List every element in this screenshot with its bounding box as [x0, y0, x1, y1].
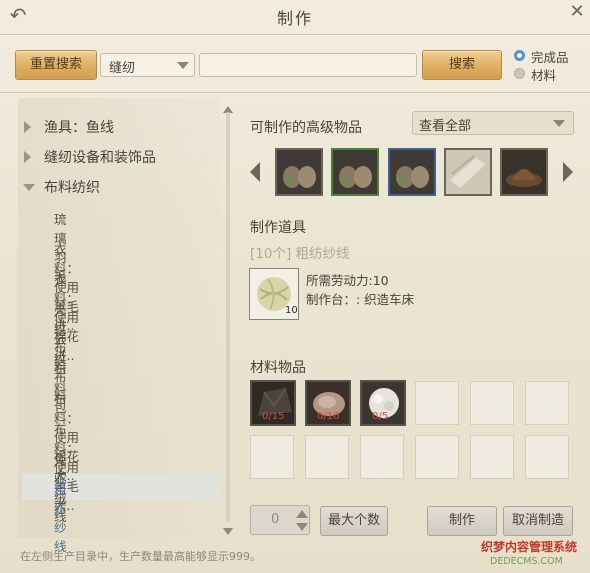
empty-material-slot [250, 435, 294, 479]
empty-material-slot [360, 435, 404, 479]
empty-material-slot [415, 381, 459, 425]
craft-button[interactable]: 制作 [427, 506, 497, 536]
empty-material-slot [415, 435, 459, 479]
labor-required: 所需劳动力:10 [306, 273, 389, 288]
search-button[interactable]: 搜索 [422, 50, 502, 80]
material-count: 0/15 [262, 411, 285, 422]
advanced-item-slot[interactable] [275, 148, 323, 196]
advanced-item-slot[interactable] [331, 148, 379, 196]
chevron-down-icon [553, 120, 565, 127]
radio-on-icon [514, 50, 525, 61]
radio-off-icon [514, 68, 525, 79]
empty-material-slot [470, 381, 514, 425]
sack-icon [390, 150, 434, 194]
chevron-right-icon [24, 121, 31, 133]
toolbar-divider [0, 92, 590, 93]
tree-category[interactable]: 渔具：鱼线 [18, 115, 218, 139]
decrement-icon[interactable] [296, 523, 308, 531]
category-dropdown[interactable]: 缝纫 [100, 53, 195, 77]
material-slot[interactable]: 0/5 [360, 380, 406, 426]
filter-dropdown-value: 查看全部 [419, 119, 472, 134]
chevron-right-icon [24, 151, 31, 163]
quantity-value: 0 [271, 512, 280, 527]
tree-category[interactable]: 缝纫设备和装饰品 [18, 145, 218, 169]
carousel-prev-icon[interactable] [250, 162, 260, 182]
material-slot[interactable]: 0/15 [250, 380, 296, 426]
empty-material-slot [525, 435, 569, 479]
footer-note: 在左侧生产目录中，生产数量最高能够显示999。 [20, 550, 261, 563]
hat-icon [502, 150, 546, 194]
close-icon[interactable]: ✕ [567, 2, 587, 22]
advanced-item-slot[interactable] [388, 148, 436, 196]
advanced-item-slot[interactable] [444, 148, 492, 196]
tree-category[interactable]: 布料纺织 [18, 175, 218, 199]
material-slot[interactable]: 0/10 [305, 380, 351, 426]
search-input[interactable] [199, 53, 417, 77]
max-quantity-button[interactable]: 最大个数 [320, 506, 388, 536]
title-divider [0, 34, 590, 35]
recipe-tree: 渔具：鱼线 缝纫设备和装饰品 布料纺织 [18, 98, 221, 538]
advanced-item-slot[interactable] [500, 148, 548, 196]
product-name: [10个] 粗纺纱线 [250, 246, 350, 262]
empty-material-slot [470, 435, 514, 479]
tree-item-selected[interactable]: 粗纺纱线 [54, 479, 67, 555]
empty-material-slot [525, 381, 569, 425]
watermark-url: DEDECMS.COM [490, 556, 563, 567]
quantity-stepper[interactable]: 0 [250, 505, 310, 535]
reset-search-button[interactable]: 重置搜索 [15, 50, 97, 80]
chevron-down-icon [177, 62, 189, 69]
product-qty: 10 [285, 305, 298, 316]
materials-heading: 材料物品 [250, 360, 306, 376]
sack-icon [333, 150, 377, 194]
category-dropdown-value: 缝纫 [109, 61, 136, 76]
window-title: 制作 [276, 9, 313, 28]
watermark-title: 织梦内容管理系统 [481, 540, 578, 554]
material-count: 0/5 [372, 411, 389, 422]
chevron-down-icon [23, 184, 35, 191]
scroll-down-icon[interactable] [223, 528, 233, 535]
sack-icon [277, 150, 321, 194]
cancel-craft-button[interactable]: 取消制造 [503, 506, 573, 536]
scrollbar[interactable] [226, 112, 230, 522]
empty-material-slot [305, 435, 349, 479]
carousel-next-icon[interactable] [563, 162, 573, 182]
increment-icon[interactable] [296, 510, 308, 518]
cloth-icon [446, 150, 490, 194]
product-slot[interactable]: 10 [249, 268, 299, 320]
crafting-station: 制作台：: 织造车床 [306, 292, 415, 307]
advanced-items-heading: 可制作的高级物品 [250, 120, 362, 136]
product-heading: 制作道具 [250, 220, 306, 236]
filter-dropdown[interactable]: 查看全部 [412, 111, 574, 135]
material-count: 0/10 [317, 411, 340, 422]
